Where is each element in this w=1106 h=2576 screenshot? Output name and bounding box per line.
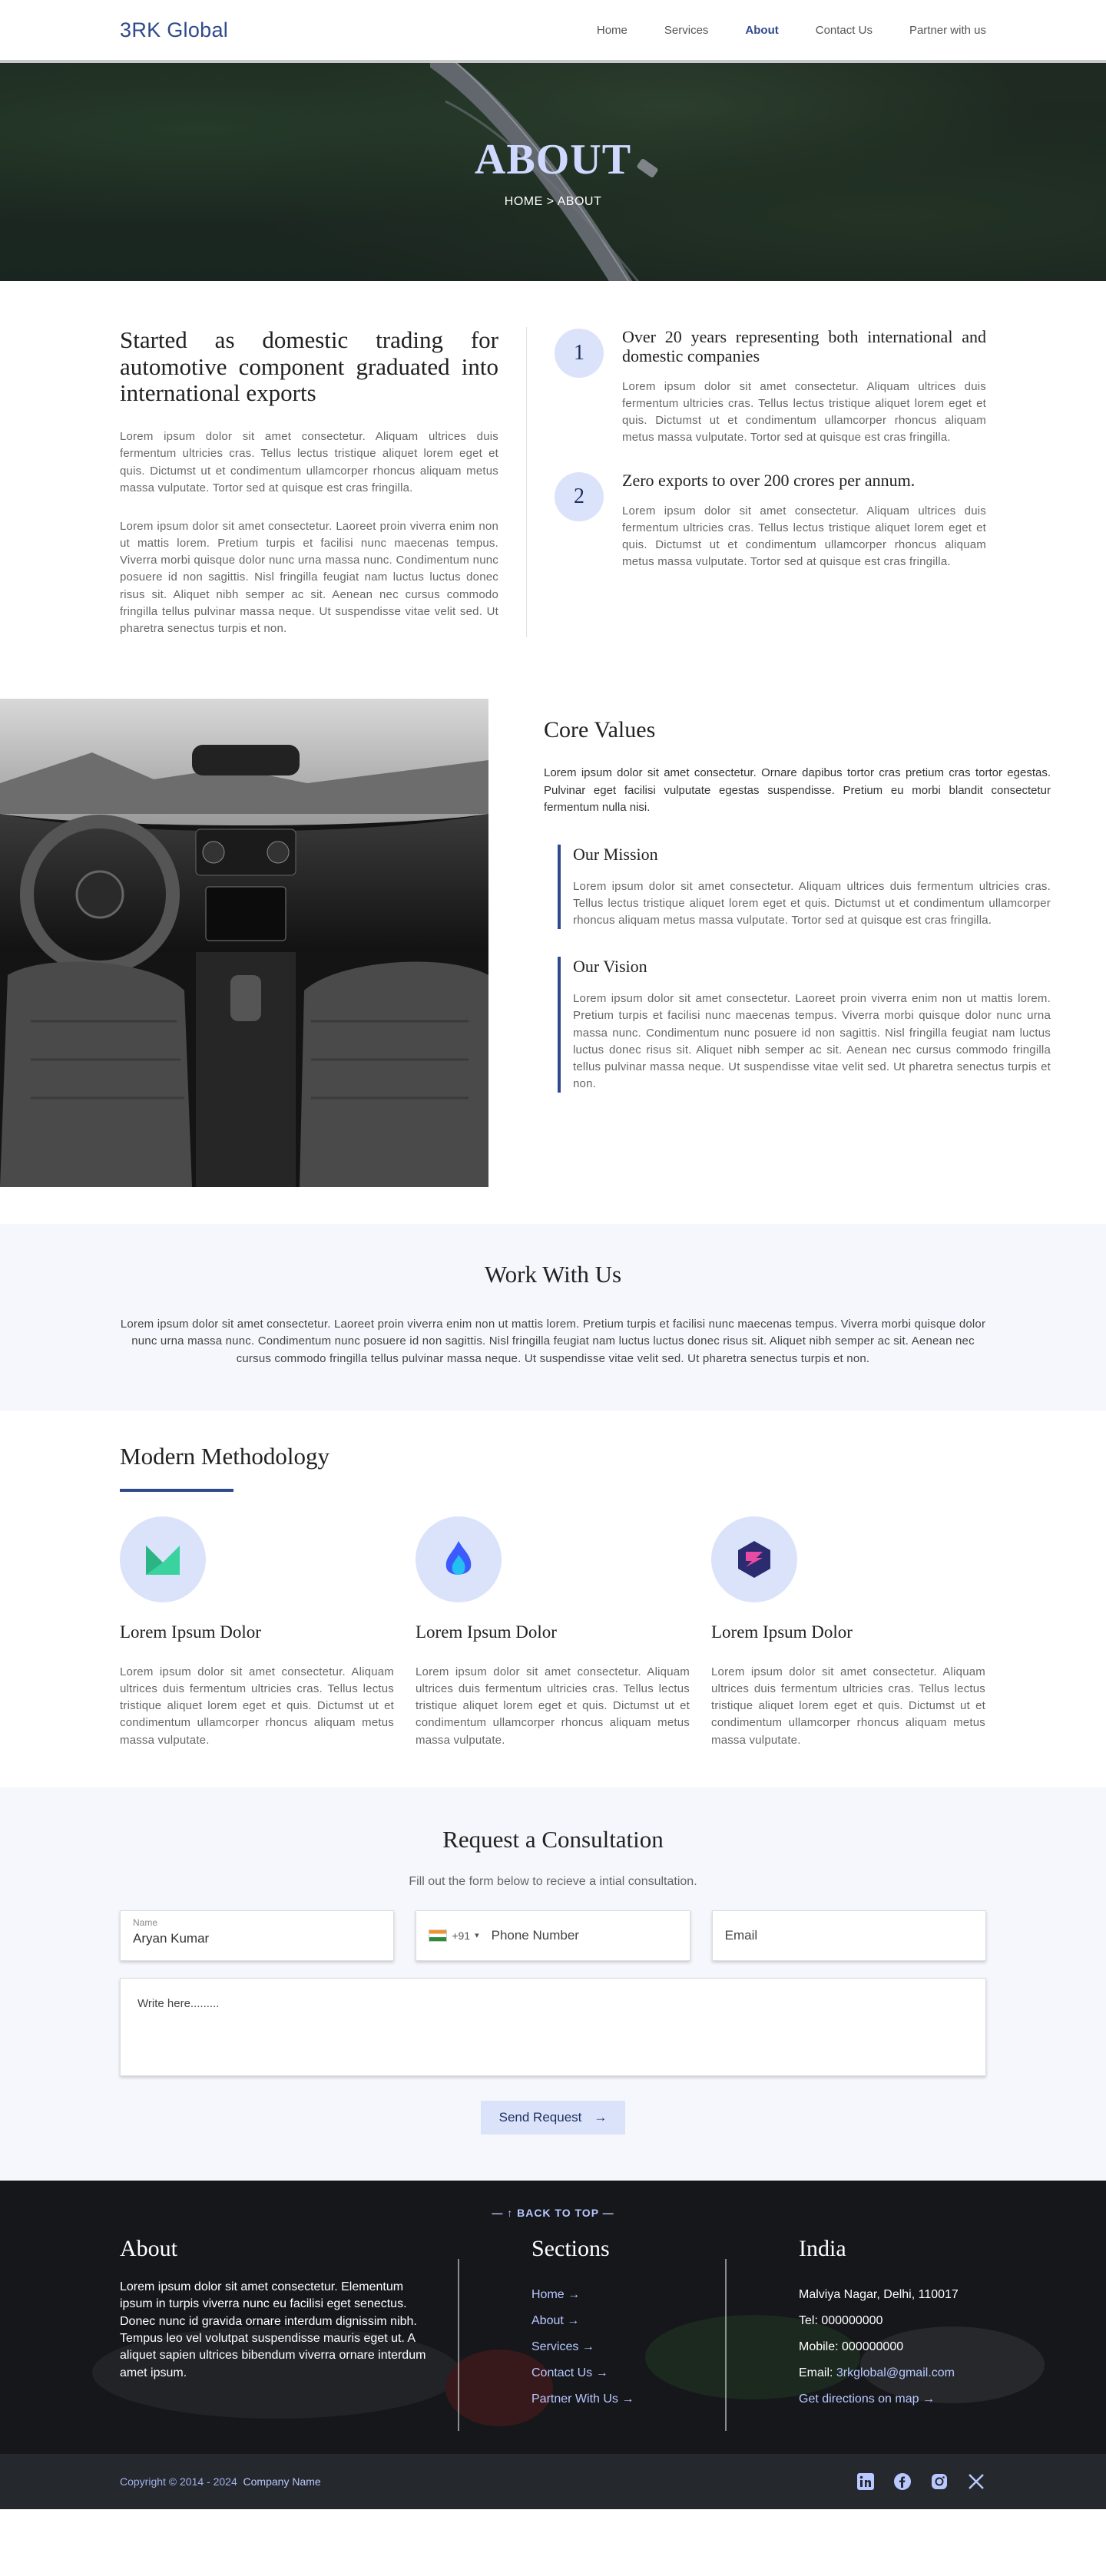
name-label: Name	[133, 1916, 158, 1928]
footer-tel: Tel: 000000000	[799, 2313, 883, 2327]
footer-address: Malviya Nagar, Delhi, 110017	[799, 2287, 959, 2301]
title-underline	[120, 1488, 233, 1492]
back-to-top-link[interactable]: — ↑ BACK TO TOP —	[120, 2181, 986, 2219]
hero-title: ABOUT	[474, 136, 632, 184]
m-logo-icon	[120, 1516, 206, 1602]
send-request-button[interactable]: Send Request →	[480, 2100, 626, 2135]
site-header: 3RK Global Home Services About Contact U…	[0, 0, 1106, 63]
card-text: Lorem ipsum dolor sit amet consectetur. …	[120, 1665, 394, 1747]
method-card: Lorem Ipsum Dolor Lorem ipsum dolor sit …	[416, 1516, 690, 1749]
site-footer: — ↑ BACK TO TOP — About Lorem ipsum dolo…	[0, 2180, 1106, 2454]
method-card: Lorem Ipsum Dolor Lorem ipsum dolor sit …	[711, 1516, 985, 1749]
flame-icon	[416, 1516, 502, 1602]
vision-text: Lorem ipsum dolor sit amet consectetur. …	[573, 992, 1051, 1091]
feature-title: Over 20 years representing both internat…	[622, 327, 986, 366]
feature-title: Zero exports to over 200 crores per annu…	[622, 471, 916, 491]
intro-paragraph-1: Lorem ipsum dolor sit amet consectetur. …	[120, 430, 498, 494]
footer-link-home[interactable]: Home →	[531, 2282, 725, 2308]
card-title: Lorem Ipsum Dolor	[416, 1622, 557, 1642]
feature-number: 2	[555, 472, 604, 522]
intro-section: Started as domestic trading for automoti…	[0, 281, 1106, 699]
chevron-down-icon[interactable]: ▾	[475, 1930, 479, 1940]
mission-title: Our Mission	[573, 844, 658, 864]
divider	[725, 2258, 727, 2431]
name-field[interactable]: Name Aryan Kumar	[120, 1910, 395, 1961]
hero-banner: ABOUT HOME > ABOUT	[0, 63, 1106, 281]
nav-home[interactable]: Home	[597, 24, 628, 37]
footer-link-services[interactable]: Services →	[531, 2334, 725, 2360]
footer-link-partner[interactable]: Partner With Us →	[531, 2386, 725, 2412]
instagram-icon[interactable]	[929, 2472, 949, 2492]
footer-india-title: India	[799, 2235, 846, 2261]
core-values-lead: Lorem ipsum dolor sit amet consectetur. …	[544, 766, 1051, 815]
vision-title: Our Vision	[573, 957, 647, 977]
methodology-title: Modern Methodology	[120, 1442, 329, 1470]
consultation-title: Request a Consultation	[442, 1825, 664, 1853]
consultation-section: Request a Consultation Fill out the form…	[0, 1787, 1106, 2181]
feature-number: 1	[555, 329, 604, 378]
intro-paragraph-2: Lorem ipsum dolor sit amet consectetur. …	[120, 519, 498, 636]
feature-text: Lorem ipsum dolor sit amet consectetur. …	[622, 504, 986, 569]
footer-about-title: About	[120, 2235, 177, 2261]
feature-item: 2 Zero exports to over 200 crores per an…	[555, 471, 986, 570]
x-icon[interactable]	[966, 2472, 986, 2492]
core-values-section: Core Values Lorem ipsum dolor sit amet c…	[0, 699, 1106, 1188]
methodology-section: Modern Methodology Lorem Ipsum Dolor Lor…	[0, 1410, 1106, 1787]
footer-link-contact[interactable]: Contact Us →	[531, 2360, 725, 2386]
intro-heading: Started as domestic trading for automoti…	[120, 326, 498, 407]
footer-bottom-bar: Copyright © 2014 - 2024 Company Name	[0, 2453, 1106, 2509]
footer-sections-title: Sections	[531, 2235, 610, 2261]
nav-services[interactable]: Services	[664, 24, 709, 37]
feature-item: 1 Over 20 years representing both intern…	[555, 327, 986, 446]
phone-placeholder: Phone Number	[491, 1927, 579, 1943]
nav-about[interactable]: About	[745, 24, 778, 37]
core-values-title: Core Values	[544, 717, 656, 743]
footer-about-text: Lorem ipsum dolor sit amet consectetur. …	[120, 2280, 426, 2379]
work-with-us-section: Work With Us Lorem ipsum dolor sit amet …	[0, 1224, 1106, 1410]
site-logo[interactable]: 3RK Global	[120, 18, 228, 42]
send-request-label: Send Request	[498, 2109, 582, 2125]
card-title: Lorem Ipsum Dolor	[711, 1622, 853, 1642]
phone-field[interactable]: +91 ▾ Phone Number	[416, 1910, 690, 1961]
mission-text: Lorem ipsum dolor sit amet consectetur. …	[573, 879, 1051, 928]
vision-block: Our Vision Lorem ipsum dolor sit amet co…	[558, 957, 1051, 1093]
copyright-text: Copyright © 2014 - 2024	[120, 2475, 237, 2488]
linkedin-icon[interactable]	[856, 2472, 876, 2492]
footer-directions-link[interactable]: Get directions on map →	[799, 2386, 986, 2412]
footer-link-about[interactable]: About →	[531, 2308, 725, 2334]
layers-icon	[711, 1516, 797, 1602]
footer-email-link[interactable]: 3rkglobal@gmail.com	[836, 2366, 955, 2379]
nav-partner[interactable]: Partner with us	[909, 24, 986, 37]
card-title: Lorem Ipsum Dolor	[120, 1622, 261, 1642]
work-title: Work With Us	[484, 1261, 622, 1288]
divider	[458, 2258, 459, 2431]
mission-block: Our Mission Lorem ipsum dolor sit amet c…	[558, 844, 1051, 930]
arrow-right-icon: →	[594, 2109, 608, 2125]
name-value: Aryan Kumar	[133, 1930, 210, 1946]
feature-text: Lorem ipsum dolor sit amet consectetur. …	[622, 379, 986, 445]
work-text: Lorem ipsum dolor sit amet consectetur. …	[120, 1318, 986, 1365]
facebook-icon[interactable]	[892, 2472, 912, 2492]
message-textarea[interactable]: Write here.........	[120, 1977, 986, 2076]
company-name-link[interactable]: Company Name	[243, 2475, 321, 2488]
consultation-subtitle: Fill out the form below to recieve a int…	[409, 1874, 697, 1888]
card-text: Lorem ipsum dolor sit amet consectetur. …	[711, 1665, 985, 1747]
footer-email-label: Email:	[799, 2366, 836, 2379]
india-flag-icon[interactable]	[429, 1929, 448, 1942]
method-card: Lorem Ipsum Dolor Lorem ipsum dolor sit …	[120, 1516, 394, 1749]
card-text: Lorem ipsum dolor sit amet consectetur. …	[416, 1665, 690, 1747]
nav-contact[interactable]: Contact Us	[816, 24, 873, 37]
car-interior-image	[0, 699, 488, 1188]
email-field[interactable]: Email	[711, 1910, 986, 1961]
breadcrumb: HOME > ABOUT	[504, 195, 602, 208]
social-links	[856, 2472, 986, 2492]
phone-country-code[interactable]: +91	[452, 1930, 470, 1942]
footer-mobile: Mobile: 000000000	[799, 2340, 904, 2353]
main-nav: Home Services About Contact Us Partner w…	[597, 24, 986, 37]
email-placeholder: Email	[724, 1927, 758, 1943]
